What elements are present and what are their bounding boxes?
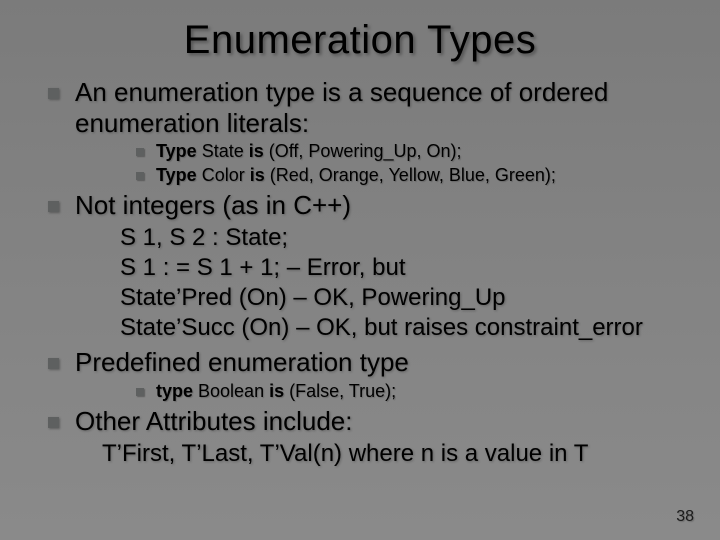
square-bullet-icon <box>136 148 144 156</box>
sub-bullet-item: Type Color is (Red, Orange, Yellow, Blue… <box>136 164 680 187</box>
square-bullet-icon <box>48 358 59 369</box>
bullet-text: Other Attributes include: <box>75 406 352 437</box>
sub-bullet-text: Type Color is (Red, Orange, Yellow, Blue… <box>156 164 556 187</box>
footer-text: T’First, T’Last, T’Val(n) where n is a v… <box>102 439 680 469</box>
code-line: S 1, S 2 : State; <box>120 223 680 253</box>
sub-bullet-text: type Boolean is (False, True); <box>156 380 396 403</box>
code-line: State’Succ (On) – OK, but raises constra… <box>120 313 680 343</box>
page-number: 38 <box>676 508 694 526</box>
code-block: S 1, S 2 : State; S 1 : = S 1 + 1; – Err… <box>120 223 680 343</box>
bullet-item: Predefined enumeration type <box>48 347 680 378</box>
square-bullet-icon <box>136 388 144 396</box>
square-bullet-icon <box>48 417 59 428</box>
bullet-text: Predefined enumeration type <box>75 347 409 378</box>
slide: Enumeration Types An enumeration type is… <box>0 0 720 540</box>
sub-bullet-item: type Boolean is (False, True); <box>136 380 680 403</box>
sub-bullet-text: Type State is (Off, Powering_Up, On); <box>156 140 461 163</box>
square-bullet-icon <box>136 172 144 180</box>
bullet-text: An enumeration type is a sequence of ord… <box>75 77 680 138</box>
square-bullet-icon <box>48 201 59 212</box>
slide-title: Enumeration Types <box>40 18 680 63</box>
square-bullet-icon <box>48 88 59 99</box>
code-line: State’Pred (On) – OK, Powering_Up <box>120 283 680 313</box>
bullet-item: An enumeration type is a sequence of ord… <box>48 77 680 138</box>
bullet-item: Not integers (as in C++) <box>48 190 680 221</box>
bullet-text: Not integers (as in C++) <box>75 190 351 221</box>
bullet-item: Other Attributes include: <box>48 406 680 437</box>
code-line: S 1 : = S 1 + 1; – Error, but <box>120 253 680 283</box>
sub-bullet-item: Type State is (Off, Powering_Up, On); <box>136 140 680 163</box>
